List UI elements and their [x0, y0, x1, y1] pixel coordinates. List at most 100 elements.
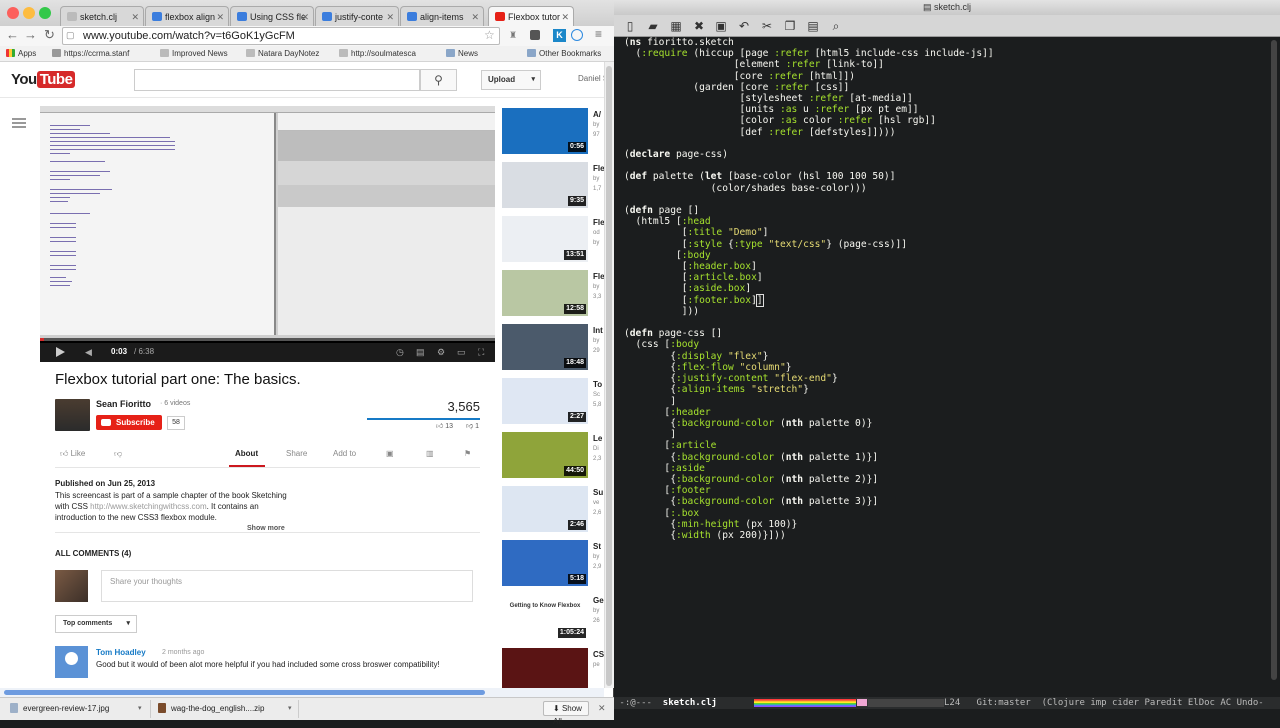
- star-icon[interactable]: ☆: [484, 28, 495, 42]
- like-button[interactable]: 👍︎ Like: [60, 449, 85, 459]
- menu-icon[interactable]: ≡: [595, 27, 602, 41]
- comment-input[interactable]: Share your thoughts: [101, 570, 473, 602]
- close-tab-icon[interactable]: ✕: [131, 7, 139, 26]
- play-icon[interactable]: [56, 347, 65, 357]
- extension-k-icon[interactable]: K: [553, 29, 566, 42]
- rec-title[interactable]: Int: [593, 326, 603, 335]
- download-item[interactable]: evergreen-review-17.jpg: [10, 701, 109, 717]
- rec-title[interactable]: Su: [593, 488, 603, 497]
- page-info-icon[interactable]: ▢: [66, 30, 75, 41]
- browser-tab[interactable]: align-items ✕: [400, 6, 484, 26]
- rec-thumbnail[interactable]: 2:46: [502, 486, 588, 532]
- show-more-button[interactable]: Show more: [247, 525, 285, 532]
- subscribe-button[interactable]: Subscribe: [96, 415, 162, 430]
- rec-thumbnail[interactable]: 44:50: [502, 432, 588, 478]
- fullscreen-icon[interactable]: ⛶: [478, 347, 484, 357]
- rec-thumbnail[interactable]: 2:27: [502, 378, 588, 424]
- browser-tab[interactable]: Using CSS fle ✕: [230, 6, 314, 26]
- cut-icon[interactable]: ✂: [759, 18, 775, 34]
- guide-menu-icon[interactable]: [12, 118, 26, 128]
- sort-comments-dropdown[interactable]: Top comments ▾: [55, 615, 137, 633]
- settings-gear-icon[interactable]: ⚙: [437, 347, 445, 357]
- undo-icon[interactable]: ↶: [736, 18, 752, 34]
- show-all-downloads-button[interactable]: ⬇ Show All: [543, 701, 589, 726]
- browser-tab[interactable]: sketch.clj ✕: [60, 6, 144, 26]
- rec-thumbnail[interactable]: 13:51: [502, 216, 588, 262]
- reload-icon[interactable]: ↻: [44, 28, 55, 42]
- maximize-window-icon[interactable]: [39, 7, 51, 19]
- rec-title[interactable]: To: [593, 380, 602, 389]
- description-link[interactable]: http://www.sketchingwithcss.com: [90, 502, 206, 511]
- rec-title[interactable]: A/: [593, 110, 601, 119]
- watch-later-icon[interactable]: ◷: [396, 347, 404, 357]
- rec-thumbnail[interactable]: 18:48: [502, 324, 588, 370]
- commenter-avatar[interactable]: [55, 646, 88, 678]
- like-count[interactable]: 👍︎ 13: [436, 421, 453, 430]
- rec-thumbnail[interactable]: 5:18: [502, 540, 588, 586]
- rec-title[interactable]: Le: [593, 434, 602, 443]
- close-tab-icon[interactable]: ✕: [301, 7, 309, 26]
- captions-icon[interactable]: ▤: [416, 347, 425, 357]
- bookmark-apps[interactable]: Apps: [6, 49, 36, 58]
- other-bookmarks[interactable]: Other Bookmarks: [527, 49, 601, 58]
- back-icon[interactable]: ←: [6, 28, 19, 42]
- minibuffer[interactable]: [614, 709, 1280, 720]
- browser-tab-active[interactable]: Flexbox tutor ✕: [488, 6, 574, 26]
- close-buffer-icon[interactable]: ✖: [691, 18, 707, 34]
- rec-title[interactable]: CS: [593, 650, 604, 659]
- copy-icon[interactable]: ❐: [782, 18, 798, 34]
- statistics-icon[interactable]: ▥: [426, 449, 434, 458]
- tab-add-to[interactable]: Add to: [333, 449, 356, 458]
- rec-thumbnail[interactable]: 9:35: [502, 162, 588, 208]
- close-window-icon[interactable]: [7, 7, 19, 19]
- extension-icon[interactable]: ♜: [509, 30, 517, 41]
- extension-icon[interactable]: [530, 30, 540, 40]
- dislike-button[interactable]: 👎︎: [114, 449, 122, 459]
- rec-title[interactable]: Fle: [593, 218, 605, 227]
- transcript-icon[interactable]: ▣: [386, 449, 394, 458]
- close-tab-icon[interactable]: ✕: [561, 7, 569, 26]
- comment-time[interactable]: 2 months ago: [162, 649, 204, 656]
- volume-icon[interactable]: ◀: [85, 347, 95, 357]
- forward-icon[interactable]: →: [24, 28, 37, 42]
- open-folder-icon[interactable]: ▰: [645, 18, 661, 34]
- rec-title[interactable]: St: [593, 542, 601, 551]
- minimize-window-icon[interactable]: [23, 7, 35, 19]
- search-input[interactable]: [134, 69, 420, 91]
- download-item[interactable]: wag-the-dog_english....zip: [158, 701, 264, 717]
- rec-title[interactable]: Ge: [593, 596, 604, 605]
- bookmark-item[interactable]: Improved News: [160, 49, 228, 58]
- channel-avatar[interactable]: [55, 399, 90, 431]
- new-file-icon[interactable]: ▯: [622, 18, 638, 34]
- dislike-count[interactable]: 👎︎ 1: [466, 421, 479, 430]
- chevron-down-icon[interactable]: ▾: [288, 704, 292, 712]
- chevron-down-icon[interactable]: ▾: [138, 704, 142, 712]
- close-tab-icon[interactable]: ✕: [386, 7, 394, 26]
- browser-tab[interactable]: flexbox align ✕: [145, 6, 229, 26]
- bookmark-folder[interactable]: News: [446, 49, 478, 58]
- search-button[interactable]: ⚲: [420, 69, 457, 91]
- code-buffer[interactable]: (ns fioritto.sketch (:require (hiccup [p…: [624, 37, 1264, 541]
- scrollbar-thumb[interactable]: [4, 690, 485, 695]
- bookmark-item[interactable]: https://ccrma.stanf: [52, 49, 129, 58]
- rec-thumbnail[interactable]: Getting to Know Flexbox 1:05:24: [502, 594, 588, 640]
- tab-about[interactable]: About: [235, 449, 258, 458]
- youtube-logo[interactable]: You Tube: [11, 71, 76, 89]
- upload-button[interactable]: Upload ▾: [481, 70, 541, 90]
- tab-share[interactable]: Share: [286, 449, 307, 458]
- search-icon[interactable]: ⌕: [828, 18, 844, 34]
- browser-tab[interactable]: justify-conte ✕: [315, 6, 399, 26]
- extension-icon[interactable]: [571, 29, 583, 41]
- rec-thumbnail[interactable]: 12:58: [502, 270, 588, 316]
- save-icon[interactable]: ▣: [713, 18, 729, 34]
- channel-name[interactable]: Sean Fioritto: [96, 399, 151, 409]
- paste-icon[interactable]: ▤: [805, 18, 821, 34]
- close-icon[interactable]: ✕: [598, 703, 606, 714]
- rec-title[interactable]: Fle: [593, 164, 605, 173]
- rec-title[interactable]: Fle: [593, 272, 605, 281]
- channel-video-count[interactable]: · 6 videos: [160, 400, 190, 407]
- comment-author[interactable]: Tom Hoadley: [96, 648, 146, 657]
- editor-scrollbar-thumb[interactable]: [1271, 40, 1277, 680]
- close-tab-icon[interactable]: ✕: [471, 7, 479, 26]
- dired-icon[interactable]: ▦: [668, 18, 684, 34]
